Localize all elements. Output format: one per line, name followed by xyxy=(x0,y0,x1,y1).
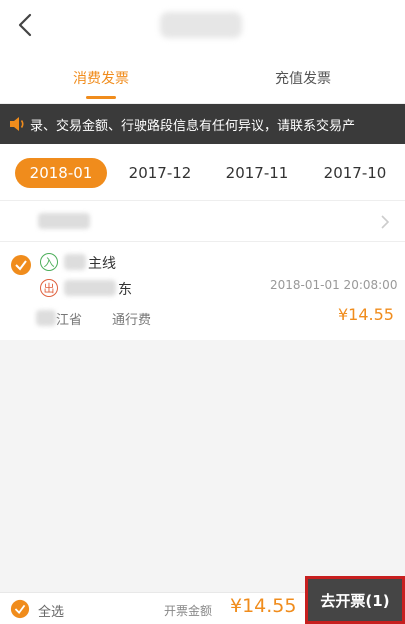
month-2017-12[interactable]: 2017-12 xyxy=(114,158,206,188)
tab-label: 消费发票 xyxy=(73,71,129,87)
month-label: 2017-12 xyxy=(128,164,192,182)
select-all-check-icon[interactable] xyxy=(10,599,30,619)
tab-label: 充值发票 xyxy=(275,71,331,87)
select-all-label[interactable]: 全选 xyxy=(38,601,64,620)
exit-station: 东 xyxy=(118,282,132,298)
entry-badge: 入 xyxy=(40,253,58,271)
fee-type: 通行费 xyxy=(112,313,152,328)
month-2017-11[interactable]: 2017-11 xyxy=(211,158,303,188)
trip-amount: ¥14.55 xyxy=(338,305,394,324)
province: 江省 xyxy=(56,313,83,328)
trip-record-card[interactable]: 入 主线 出 东 2018-01-01 20:08:00 江省 通行费 ¥14.… xyxy=(0,200,405,340)
exit-name-redacted xyxy=(64,280,116,296)
month-2018-01[interactable]: 2018-01 xyxy=(15,158,107,188)
province-redacted xyxy=(36,310,56,326)
total-label: 开票金额 xyxy=(164,604,213,618)
month-selector: 2018-01 2017-12 2017-11 2017-10 xyxy=(0,144,405,200)
issue-button-label: 去开票(1) xyxy=(320,591,390,610)
page-title-redacted xyxy=(160,12,242,38)
month-label: 2018-01 xyxy=(29,164,93,182)
entry-station: 主线 xyxy=(88,256,116,272)
total-amount: ¥14.55 xyxy=(230,595,297,617)
empty-list-area xyxy=(0,340,405,592)
exit-badge: 出 xyxy=(40,279,58,297)
issue-invoice-button[interactable]: 去开票(1) xyxy=(305,576,405,624)
back-arrow-icon[interactable] xyxy=(14,11,38,39)
checked-icon[interactable] xyxy=(10,254,32,276)
plate-redacted xyxy=(38,213,90,229)
active-tab-indicator xyxy=(86,96,116,99)
chevron-right-icon xyxy=(381,215,390,229)
top-bar xyxy=(0,0,405,52)
month-label: 2017-11 xyxy=(225,164,289,182)
month-2017-10[interactable]: 2017-10 xyxy=(309,158,401,188)
trip-datetime: 2018-01-01 20:08:00 xyxy=(270,278,398,292)
card-header[interactable] xyxy=(0,200,405,242)
tab-recharge-invoice[interactable]: 充值发票 xyxy=(202,52,404,104)
entry-name-redacted xyxy=(64,254,86,270)
month-label: 2017-10 xyxy=(323,164,387,182)
speaker-icon xyxy=(10,117,24,131)
invoice-tabs: 消费发票 充值发票 xyxy=(0,52,405,104)
notice-banner: 录、交易金额、行驶路段信息有任何异议，请联系交易产 xyxy=(0,104,405,144)
notice-text: 录、交易金额、行驶路段信息有任何异议，请联系交易产 xyxy=(30,118,356,134)
